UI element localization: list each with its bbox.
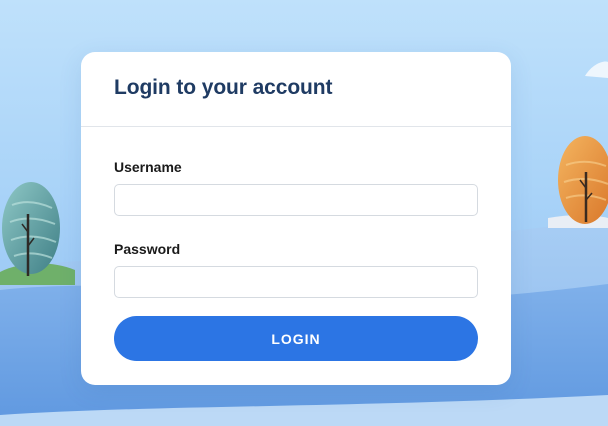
- username-group: Username: [114, 159, 478, 216]
- username-field[interactable]: [114, 184, 478, 216]
- left-tree-icon: [0, 182, 75, 285]
- login-card: Login to your account Username Password …: [81, 52, 511, 385]
- password-group: Password: [114, 241, 478, 298]
- cloud-shape: [585, 61, 608, 78]
- password-label: Password: [114, 241, 181, 257]
- username-label: Username: [114, 159, 182, 175]
- login-button[interactable]: LOGIN: [114, 316, 478, 361]
- page-title: Login to your account: [114, 76, 333, 99]
- login-form: Username Password LOGIN: [81, 127, 511, 361]
- password-field[interactable]: [114, 266, 478, 298]
- login-card-header: Login to your account: [81, 52, 511, 127]
- right-tree-icon: [548, 136, 608, 228]
